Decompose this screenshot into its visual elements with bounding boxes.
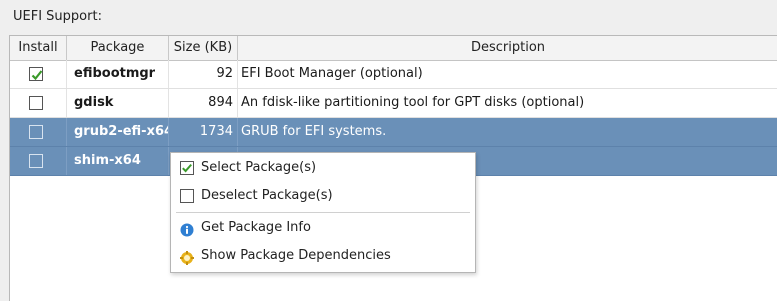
package-name: grub2-efi-x64	[67, 118, 169, 146]
section-label: UEFI Support:	[13, 9, 102, 24]
menu-item-label: Show Package Dependencies	[201, 248, 391, 263]
column-header-description[interactable]: Description	[238, 36, 777, 60]
checked-checkbox-icon	[180, 161, 194, 175]
package-size: 894	[169, 89, 238, 117]
package-description: EFI Boot Manager (optional)	[241, 66, 423, 81]
menu-item-label: Deselect Package(s)	[201, 188, 333, 203]
table-header: Install Package Size (KB) Description	[10, 36, 777, 61]
install-checkbox[interactable]	[29, 67, 43, 81]
install-cell[interactable]	[10, 89, 67, 117]
menu-item-show-dependencies[interactable]: Show Package Dependencies	[171, 243, 475, 269]
package-description: GRUB for EFI systems.	[238, 118, 777, 146]
column-header-package[interactable]: Package	[67, 36, 169, 60]
install-cell[interactable]	[10, 147, 67, 175]
menu-item-deselect-packages[interactable]: Deselect Package(s)	[171, 183, 475, 209]
package-size: 1734	[169, 118, 238, 146]
package-name: gdisk	[67, 89, 169, 117]
column-header-size[interactable]: Size (KB)	[169, 36, 238, 60]
install-checkbox[interactable]	[29, 125, 43, 139]
dependencies-icon	[180, 249, 194, 265]
package-name: shim-x64	[67, 147, 169, 175]
install-cell[interactable]	[10, 60, 67, 88]
checkmark-icon	[31, 70, 43, 81]
menu-item-get-package-info[interactable]: Get Package Info	[171, 215, 475, 241]
package-size: 92	[169, 60, 238, 88]
unchecked-checkbox-icon	[180, 189, 194, 203]
context-menu[interactable]: Select Package(s) Deselect Package(s) Ge…	[170, 152, 476, 273]
install-checkbox[interactable]	[29, 96, 43, 110]
menu-item-select-packages[interactable]: Select Package(s)	[171, 155, 475, 181]
install-cell[interactable]	[10, 118, 67, 146]
package-name: efibootmgr	[67, 60, 169, 88]
table-row[interactable]: efibootmgr 92 EFI Boot Manager (optional…	[10, 60, 777, 89]
package-description: An fdisk-like partitioning tool for GPT …	[241, 95, 585, 110]
table-row[interactable]: gdisk 894 An fdisk-like partitioning too…	[10, 89, 777, 118]
info-icon	[180, 221, 194, 237]
install-checkbox[interactable]	[29, 154, 43, 168]
column-header-install[interactable]: Install	[10, 36, 67, 60]
menu-separator	[176, 212, 470, 213]
menu-item-label: Select Package(s)	[201, 160, 317, 175]
table-row[interactable]: grub2-efi-x64 1734 GRUB for EFI systems.	[10, 118, 777, 147]
menu-item-label: Get Package Info	[201, 220, 311, 235]
